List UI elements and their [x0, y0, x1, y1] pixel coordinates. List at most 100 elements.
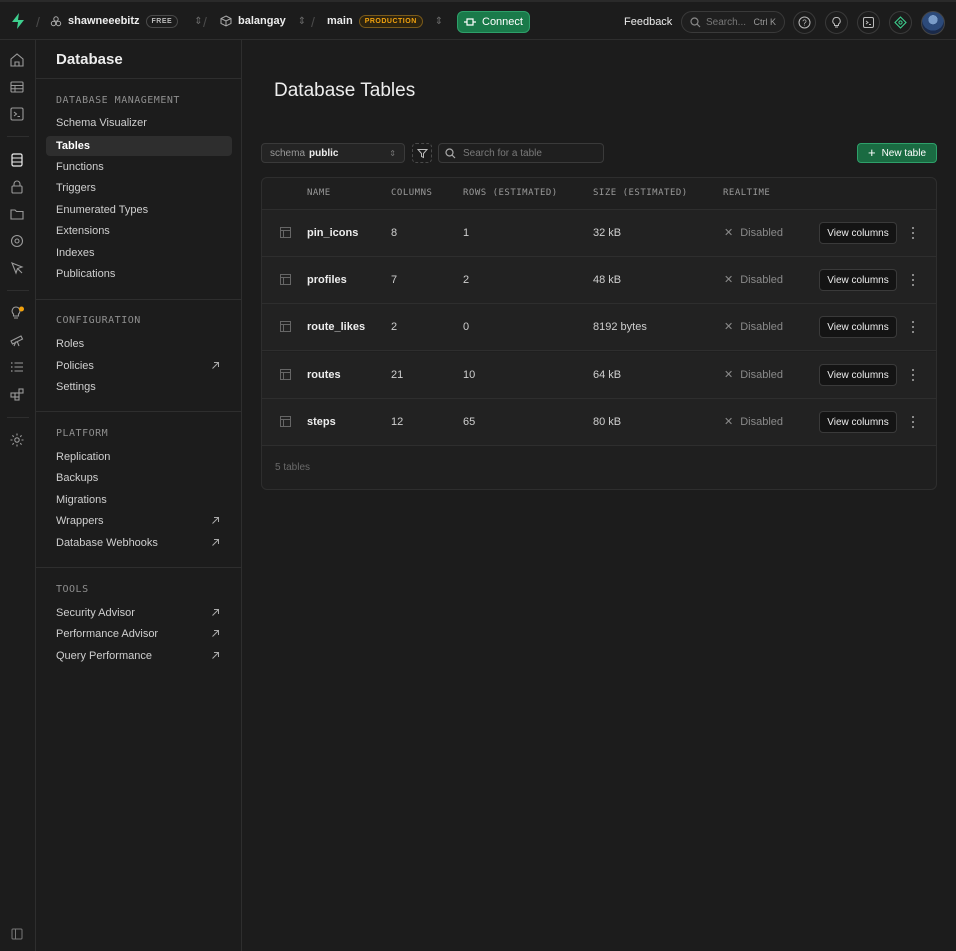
- branch-selector[interactable]: main PRODUCTION ⇕: [327, 11, 443, 31]
- sql-editor-icon[interactable]: [9, 106, 25, 122]
- realtime-label: Disabled: [740, 320, 784, 333]
- x-icon: ✕: [724, 274, 734, 286]
- diamond-icon: [894, 16, 907, 29]
- view-columns-button[interactable]: View columns: [819, 411, 897, 433]
- sidebar-item-replication[interactable]: Replication: [46, 447, 232, 467]
- sidebar-item-enumerated-types[interactable]: Enumerated Types: [46, 200, 232, 220]
- table-row[interactable]: profiles 7 2 48 kB ✕ Disabled View column…: [262, 257, 936, 304]
- sidebar-item-migrations[interactable]: Migrations: [46, 490, 232, 510]
- box-icon: [220, 15, 232, 27]
- section-platform: PLATFORM: [56, 428, 109, 439]
- x-icon: ✕: [724, 321, 734, 333]
- sql-terminal-button[interactable]: [857, 11, 880, 34]
- section-database-management: DATABASE MANAGEMENT: [56, 95, 180, 106]
- more-options-icon[interactable]: [910, 414, 916, 430]
- org-name: shawneeebitz: [68, 15, 140, 27]
- sidebar-item-database-webhooks[interactable]: Database Webhooks: [46, 533, 232, 553]
- home-icon[interactable]: [9, 52, 25, 68]
- table-icon: [280, 227, 291, 238]
- sidebar-item-policies[interactable]: Policies: [46, 356, 232, 376]
- new-table-button[interactable]: + New table: [857, 143, 937, 163]
- project-selector[interactable]: balangay ⇕: [220, 11, 306, 31]
- table-row[interactable]: steps 12 65 80 kB ✕ Disabled View columns: [262, 399, 936, 446]
- connect-label: Connect: [482, 16, 523, 28]
- page-title: Database Tables: [274, 80, 416, 101]
- realtime-status: ✕ Disabled: [724, 226, 784, 240]
- table-name[interactable]: pin_icons: [307, 227, 358, 239]
- sidebar-item-query-performance[interactable]: Query Performance: [46, 646, 232, 666]
- realtime-label: Disabled: [740, 226, 784, 239]
- feedback-button[interactable]: Feedback: [624, 16, 672, 28]
- sidebar-item-indexes[interactable]: Indexes: [46, 243, 232, 263]
- table-size: 48 kB: [593, 274, 622, 286]
- search-placeholder: Search for a table: [463, 147, 542, 159]
- sidebar-item-roles[interactable]: Roles: [46, 334, 232, 354]
- logs-list-icon[interactable]: [9, 359, 25, 375]
- sidebar-item-label: Database Webhooks: [56, 537, 158, 549]
- external-link-icon: [212, 609, 219, 616]
- table-row[interactable]: routes 21 10 64 kB ✕ Disabled View column…: [262, 352, 936, 399]
- tips-button[interactable]: [825, 11, 848, 34]
- chevron-updown-icon: ⇕: [194, 15, 203, 27]
- table-name[interactable]: profiles: [307, 274, 347, 286]
- table-name[interactable]: routes: [307, 369, 341, 381]
- storage-folder-icon[interactable]: [9, 206, 25, 222]
- table-row[interactable]: route_likes 2 0 8192 bytes ✕ Disabled Vie…: [262, 304, 936, 351]
- help-icon: ?: [798, 16, 811, 29]
- sidebar-item-schema-visualizer[interactable]: Schema Visualizer: [46, 113, 232, 133]
- sidebar-item-tables[interactable]: Tables: [46, 136, 232, 156]
- table-search-input[interactable]: Search for a table: [438, 143, 604, 163]
- edge-functions-icon[interactable]: [9, 233, 25, 249]
- view-columns-button[interactable]: View columns: [819, 316, 897, 338]
- connect-button[interactable]: Connect: [457, 11, 530, 33]
- realtime-cursor-icon[interactable]: [9, 260, 25, 276]
- sidebar-item-settings[interactable]: Settings: [46, 377, 232, 397]
- terminal-icon: [863, 17, 874, 28]
- schema-selector[interactable]: schema public ⇕: [261, 143, 405, 163]
- column-header-columns: COLUMNS: [391, 188, 433, 198]
- advisor-button[interactable]: [889, 11, 912, 34]
- auth-lock-icon[interactable]: [9, 179, 25, 195]
- filter-button[interactable]: [412, 143, 432, 163]
- table-columns-count: 21: [391, 369, 404, 381]
- breadcrumb-separator: /: [36, 14, 40, 30]
- table-name[interactable]: route_likes: [307, 321, 365, 333]
- sidebar-item-security-advisor[interactable]: Security Advisor: [46, 603, 232, 623]
- sidebar-item-triggers[interactable]: Triggers: [46, 178, 232, 198]
- sidebar-item-performance-advisor[interactable]: Performance Advisor: [46, 624, 232, 644]
- table-editor-icon[interactable]: [9, 79, 25, 95]
- table-header: NAME COLUMNS ROWS (ESTIMATED) SIZE (ESTI…: [262, 178, 936, 210]
- view-columns-button[interactable]: View columns: [819, 222, 897, 244]
- more-options-icon[interactable]: [910, 225, 916, 241]
- search-placeholder: Search...: [706, 16, 747, 28]
- advisors-lightbulb-icon[interactable]: [9, 305, 25, 321]
- section-configuration: CONFIGURATION: [56, 315, 141, 326]
- sidebar-divider: [36, 299, 241, 300]
- collapse-sidebar-icon[interactable]: [11, 928, 23, 940]
- view-columns-button[interactable]: View columns: [819, 364, 897, 386]
- database-icon[interactable]: [9, 152, 25, 168]
- more-options-icon[interactable]: [910, 272, 916, 288]
- global-search[interactable]: Search... Ctrl K: [681, 11, 785, 33]
- sidebar-item-wrappers[interactable]: Wrappers: [46, 511, 232, 531]
- table-size: 80 kB: [593, 416, 622, 428]
- view-columns-button[interactable]: View columns: [819, 269, 897, 291]
- sidebar-item-publications[interactable]: Publications: [46, 264, 232, 284]
- table-name[interactable]: steps: [307, 416, 336, 428]
- reports-telescope-icon[interactable]: [9, 332, 25, 348]
- section-tools: TOOLS: [56, 584, 89, 595]
- more-options-icon[interactable]: [910, 319, 916, 335]
- supabase-logo-icon[interactable]: [9, 12, 27, 30]
- external-link-icon: [212, 652, 219, 659]
- org-selector[interactable]: shawneeebitz FREE ⇕: [50, 11, 203, 31]
- sidebar-item-extensions[interactable]: Extensions: [46, 221, 232, 241]
- more-options-icon[interactable]: [910, 367, 916, 383]
- help-button[interactable]: ?: [793, 11, 816, 34]
- sidebar-item-functions[interactable]: Functions: [46, 157, 232, 177]
- user-avatar[interactable]: [921, 11, 945, 35]
- settings-gear-icon[interactable]: [9, 432, 25, 448]
- table-row[interactable]: pin_icons 8 1 32 kB ✕ Disabled View colum…: [262, 210, 936, 257]
- breadcrumb-separator: /: [203, 14, 207, 30]
- integrations-icon[interactable]: [9, 386, 25, 402]
- sidebar-item-backups[interactable]: Backups: [46, 468, 232, 488]
